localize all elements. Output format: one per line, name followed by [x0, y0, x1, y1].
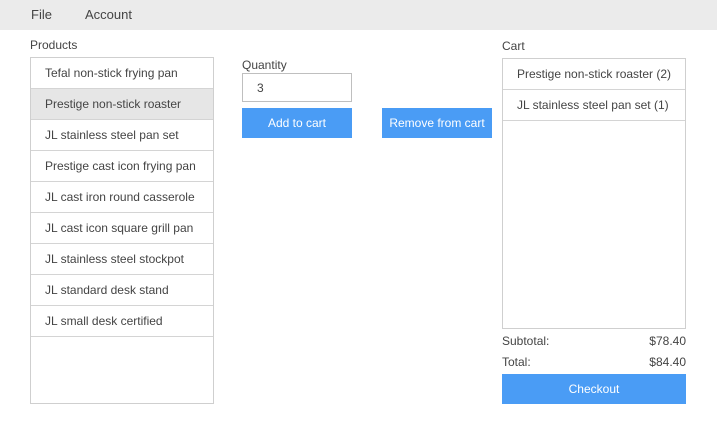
subtotal-row: Subtotal: $78.40 — [502, 334, 686, 348]
product-item[interactable]: Prestige cast icon frying pan — [31, 151, 213, 182]
subtotal-value: $78.40 — [649, 334, 686, 348]
products-label: Products — [30, 38, 78, 52]
menu-bar: File Account — [0, 0, 717, 30]
cart-item[interactable]: JL stainless steel pan set (1) — [503, 90, 685, 121]
product-item[interactable]: JL standard desk stand — [31, 275, 213, 306]
cart-list[interactable]: Prestige non-stick roaster (2) JL stainle… — [502, 58, 686, 329]
subtotal-label: Subtotal: — [502, 334, 550, 348]
product-item[interactable]: JL stainless steel pan set — [31, 120, 213, 151]
product-item[interactable]: JL small desk certified — [31, 306, 213, 337]
product-item[interactable]: JL stainless steel stockpot — [31, 244, 213, 275]
add-to-cart-button[interactable]: Add to cart — [242, 108, 352, 138]
remove-from-cart-button[interactable]: Remove from cart — [382, 108, 492, 138]
cart-item[interactable]: Prestige non-stick roaster (2) — [503, 59, 685, 90]
product-item[interactable]: JL cast icon square grill pan — [31, 213, 213, 244]
product-list[interactable]: Tefal non-stick frying pan Prestige non-s… — [30, 57, 214, 404]
quantity-input[interactable] — [242, 73, 352, 102]
checkout-button[interactable]: Checkout — [502, 374, 686, 404]
total-label: Total: — [502, 355, 531, 369]
cart-label: Cart — [502, 39, 525, 53]
total-value: $84.40 — [649, 355, 686, 369]
quantity-label: Quantity — [242, 58, 287, 72]
total-row: Total: $84.40 — [502, 355, 686, 369]
menu-file[interactable]: File — [31, 7, 52, 22]
product-item[interactable]: Tefal non-stick frying pan — [31, 58, 213, 89]
product-item[interactable]: Prestige non-stick roaster — [31, 89, 213, 120]
menu-account[interactable]: Account — [85, 7, 132, 22]
product-item[interactable]: JL cast iron round casserole — [31, 182, 213, 213]
